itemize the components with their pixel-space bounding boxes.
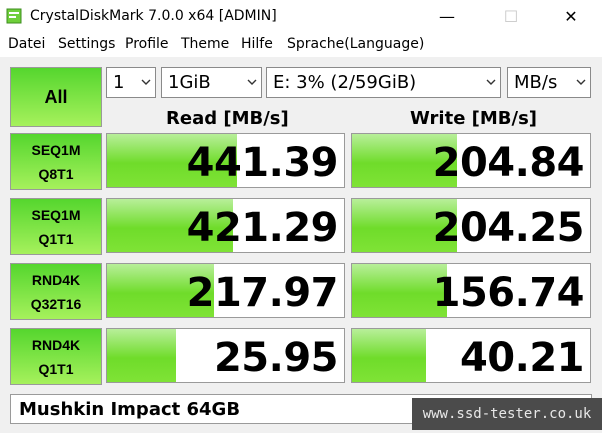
menu-language[interactable]: Sprache(Language) <box>287 36 424 52</box>
read-result-rnd4k-q32t16: 217.97 <box>106 263 345 318</box>
size-value: 1GiB <box>168 72 211 93</box>
count-select[interactable]: 1 <box>106 67 156 98</box>
unit-value: MB/s <box>514 72 558 93</box>
read-value: 217.97 <box>186 270 339 316</box>
test-label-line2: Q1T1 <box>38 360 74 377</box>
chevron-down-icon <box>576 79 586 85</box>
write-result-rnd4k-q32t16: 156.74 <box>351 263 591 318</box>
menu-settings[interactable]: Settings <box>58 36 115 52</box>
read-value: 421.29 <box>186 205 339 251</box>
read-result-seq1m-q8t1: 441.39 <box>106 133 345 188</box>
test-label-line1: RND4K <box>31 271 81 288</box>
read-result-rnd4k-q1t1: 25.95 <box>106 328 345 383</box>
write-bar <box>352 329 426 382</box>
maximize-button[interactable]: ☐ <box>488 0 534 32</box>
test-button-rnd4k-q1t1[interactable]: RND4K Q1T1 <box>10 328 102 385</box>
write-value: 40.21 <box>459 335 585 381</box>
chevron-down-icon <box>141 79 151 85</box>
test-label-line1: SEQ1M <box>31 206 81 223</box>
test-button-seq1m-q8t1[interactable]: SEQ1M Q8T1 <box>10 133 102 190</box>
menu-theme[interactable]: Theme <box>181 36 229 52</box>
window-title: CrystalDiskMark 7.0.0 x64 [ADMIN] <box>30 8 277 24</box>
test-label-line2: Q32T16 <box>30 295 82 312</box>
test-label-line2: Q1T1 <box>38 230 74 247</box>
read-header: Read [MB/s] <box>166 108 289 129</box>
write-result-seq1m-q8t1: 204.84 <box>351 133 591 188</box>
read-value: 441.39 <box>186 140 339 186</box>
write-header: Write [MB/s] <box>410 108 538 129</box>
menu-hilfe[interactable]: Hilfe <box>241 36 273 52</box>
test-label-line2: Q8T1 <box>38 165 74 182</box>
crystaldiskmark-icon <box>6 8 22 24</box>
title-bar[interactable]: CrystalDiskMark 7.0.0 x64 [ADMIN] — ☐ ✕ <box>0 0 602 32</box>
test-label-line1: RND4K <box>31 336 81 353</box>
menu-datei[interactable]: Datei <box>8 36 45 52</box>
close-icon: ✕ <box>564 6 578 26</box>
chevron-down-icon <box>247 79 257 85</box>
write-value: 204.25 <box>432 205 585 251</box>
all-button-label: All <box>44 86 68 107</box>
test-label-line1: SEQ1M <box>31 141 81 158</box>
test-button-rnd4k-q32t16[interactable]: RND4K Q32T16 <box>10 263 102 320</box>
write-result-rnd4k-q1t1: 40.21 <box>351 328 591 383</box>
drive-select[interactable]: E: 3% (2/59GiB) <box>266 67 501 98</box>
chevron-down-icon <box>486 79 496 85</box>
read-value: 25.95 <box>213 335 339 381</box>
close-button[interactable]: ✕ <box>548 0 594 32</box>
menu-profile[interactable]: Profile <box>125 36 169 52</box>
watermark-text: www.ssd-tester.co.uk <box>422 406 592 422</box>
size-select[interactable]: 1GiB <box>161 67 262 98</box>
test-button-seq1m-q1t1[interactable]: SEQ1M Q1T1 <box>10 198 102 255</box>
drive-value: E: 3% (2/59GiB) <box>273 72 417 93</box>
menu-bar: Datei Settings Profile Theme Hilfe Sprac… <box>0 33 602 57</box>
read-bar <box>107 329 176 382</box>
write-result-seq1m-q1t1: 204.25 <box>351 198 591 253</box>
write-value: 156.74 <box>432 270 585 316</box>
watermark: www.ssd-tester.co.uk <box>412 398 602 430</box>
unit-select[interactable]: MB/s <box>507 67 591 98</box>
minimize-button[interactable]: — <box>424 0 470 32</box>
minimize-icon: — <box>439 6 455 26</box>
write-value: 204.84 <box>432 140 585 186</box>
read-result-seq1m-q1t1: 421.29 <box>106 198 345 253</box>
all-button[interactable]: All <box>10 67 102 127</box>
comment-text: Mushkin Impact 64GB <box>19 399 241 420</box>
maximize-icon: ☐ <box>503 6 519 26</box>
count-value: 1 <box>113 72 125 93</box>
